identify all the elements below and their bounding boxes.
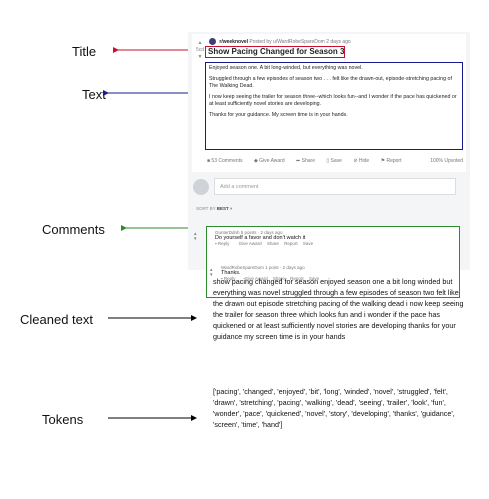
save-button[interactable]: ▯ Save — [326, 158, 347, 164]
downvote-icon[interactable]: ▼ — [195, 54, 205, 61]
upvote-icon[interactable]: ▲ — [195, 40, 205, 47]
post-body: Enjoyed season one. A bit long-winded, b… — [205, 62, 463, 150]
upvoted-percent: 100% Upvoted — [430, 158, 463, 164]
add-comment-input[interactable]: Add a comment — [214, 178, 456, 195]
post-paragraph: Thanks for your guidance. My screen time… — [209, 112, 348, 118]
comment-actions: ▪ Reply Give Award Share Report Save — [215, 241, 317, 246]
tokens-list: ['pacing', 'changed', 'enjoyed', 'bit', … — [213, 387, 455, 429]
vote-count: 5cd — [195, 47, 205, 53]
hide-button[interactable]: ⊘ Hide — [353, 158, 374, 164]
posted-by: Posted by u/WardRobeSpareDom 2 days ago — [249, 38, 351, 45]
reddit-post-screenshot: ▲ 5cd ▼ r/weeknovel Posted by u/WardRobe… — [188, 32, 470, 298]
give-award-button[interactable]: ◆ Give Award — [254, 158, 290, 164]
subreddit-avatar-icon — [209, 38, 216, 45]
post-card: ▲ 5cd ▼ r/weeknovel Posted by u/WardRobe… — [192, 34, 466, 172]
post-paragraph: Struggled through a few episodes of seas… — [209, 76, 452, 89]
post-title[interactable]: Show Pacing Changed for Season 3? — [205, 46, 345, 58]
vote-column: ▲ 5cd ▼ — [195, 40, 205, 61]
share-button[interactable]: ➦ Share — [296, 158, 320, 164]
subreddit-name[interactable]: r/weeknovel — [219, 39, 248, 45]
sort-by[interactable]: SORT BY BEST ▾ — [196, 206, 232, 212]
report-button[interactable]: Report — [284, 241, 298, 246]
post-paragraph: Enjoyed season one. A bit long-winded, b… — [209, 65, 363, 71]
user-avatar — [193, 179, 209, 195]
give-award-button[interactable]: Give Award — [239, 241, 262, 246]
post-meta: r/weeknovel Posted by u/WardRobeSpareDom… — [209, 38, 351, 45]
report-button[interactable]: ⚑ Report — [381, 158, 407, 164]
share-button[interactable]: Share — [267, 241, 279, 246]
save-button[interactable]: Save — [303, 241, 313, 246]
post-paragraph: I now keep seeing the trailer for season… — [209, 94, 457, 107]
reply-button[interactable]: ▪ Reply — [215, 241, 233, 246]
cleaned-text: show pacing changed for season enjoyed s… — [213, 277, 464, 341]
comment-vote-icon[interactable]: ▲ ▼ — [193, 231, 197, 241]
comments-button[interactable]: ■ 53 Comments — [207, 158, 248, 164]
post-actions: ■ 53 Comments ◆ Give Award ➦ Share ▯ Sav… — [207, 158, 463, 164]
comment: GunterDdnh 5 points · 2 days ago Do your… — [215, 230, 317, 246]
